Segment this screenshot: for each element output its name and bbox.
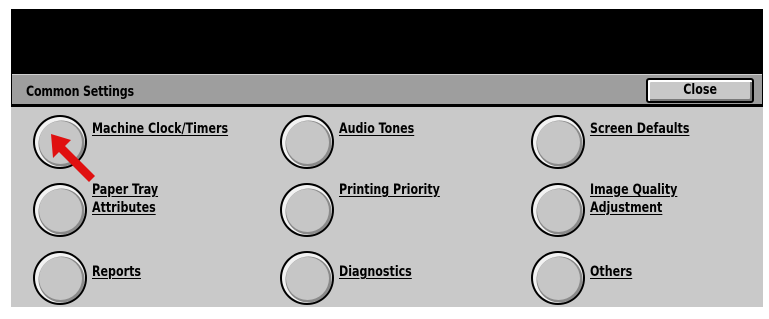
message-area: [11, 9, 763, 71]
radio-button-icon[interactable]: [278, 113, 336, 171]
radio-button-icon[interactable]: [31, 249, 89, 307]
radio-button-icon[interactable]: [31, 181, 89, 239]
option-label: Paper Tray Attributes: [92, 181, 158, 217]
radio-button-icon[interactable]: [278, 249, 336, 307]
option-label: Screen Defaults: [590, 121, 690, 137]
options-panel: Machine Clock/Timers Audio Tones Screen …: [11, 107, 763, 307]
option-label-line1: Image Quality: [590, 182, 678, 198]
option-label: Image Quality Adjustment: [590, 181, 677, 217]
option-image-quality-adjustment[interactable]: Image Quality Adjustment: [529, 181, 749, 241]
header-bar: Common Settings Close: [11, 71, 763, 107]
option-label: Diagnostics: [339, 264, 412, 280]
option-label: Reports: [92, 264, 141, 280]
option-audio-tones[interactable]: Audio Tones: [278, 113, 478, 173]
radio-button-icon[interactable]: [529, 113, 587, 171]
page-title: Common Settings: [26, 84, 134, 100]
option-label-line2: Attributes: [92, 200, 156, 216]
radio-button-icon[interactable]: [31, 113, 89, 171]
radio-button-icon[interactable]: [529, 249, 587, 307]
option-label: Printing Priority: [339, 182, 440, 198]
option-others[interactable]: Others: [529, 249, 729, 307]
header-panel: Common Settings Close: [12, 74, 762, 104]
radio-button-icon[interactable]: [278, 181, 336, 239]
device-screen: Common Settings Close Machine Clock/Time…: [11, 9, 763, 307]
close-button[interactable]: Close: [646, 78, 754, 103]
option-label-line2: Adjustment: [590, 200, 663, 216]
option-reports[interactable]: Reports: [31, 249, 231, 307]
close-button-label: Close: [683, 82, 717, 98]
option-paper-tray-attributes[interactable]: Paper Tray Attributes: [31, 181, 231, 241]
option-machine-clock-timers[interactable]: Machine Clock/Timers: [31, 113, 261, 173]
option-label: Others: [590, 264, 633, 280]
radio-button-icon[interactable]: [529, 181, 587, 239]
option-diagnostics[interactable]: Diagnostics: [278, 249, 478, 307]
option-screen-defaults[interactable]: Screen Defaults: [529, 113, 749, 173]
option-label: Machine Clock/Timers: [92, 121, 229, 137]
option-label-line1: Paper Tray: [92, 182, 159, 198]
option-printing-priority[interactable]: Printing Priority: [278, 181, 478, 241]
option-label: Audio Tones: [339, 121, 415, 137]
